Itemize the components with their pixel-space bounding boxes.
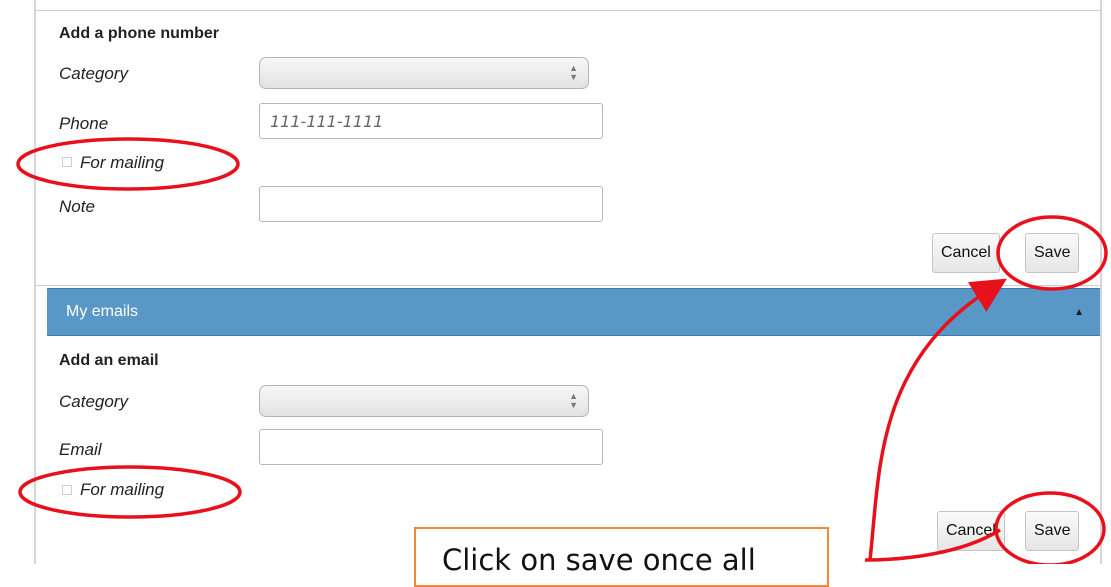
email-section-title: Add an email <box>59 352 159 369</box>
phone-cancel-button[interactable]: Cancel <box>932 233 1000 273</box>
note-label: Note <box>59 197 95 216</box>
my-emails-header[interactable]: My emails ▲ <box>47 288 1100 336</box>
phone-label: Phone <box>59 114 109 133</box>
email-input[interactable] <box>259 429 603 465</box>
instruction-callout: Click on save once all <box>414 527 829 587</box>
email-save-button[interactable]: Save <box>1025 511 1080 551</box>
email-category-select[interactable]: ▲ ▼ <box>259 385 589 417</box>
section-divider <box>36 285 1100 286</box>
select-arrows-icon: ▲ ▼ <box>569 391 578 410</box>
note-input[interactable] <box>259 186 603 222</box>
email-mailing-label: For mailing <box>80 480 165 499</box>
callout-text: Click on save once all <box>442 543 756 577</box>
phone-mailing-label: For mailing <box>80 153 165 172</box>
phone-input[interactable] <box>259 103 603 139</box>
email-label: Email <box>59 440 102 459</box>
email-cancel-button[interactable]: Cancel <box>937 511 1005 551</box>
phone-save-button[interactable]: Save <box>1025 233 1080 273</box>
top-divider <box>34 10 1102 11</box>
phone-category-label: Category <box>59 64 128 83</box>
my-emails-title: My emails <box>66 303 139 320</box>
select-arrows-icon: ▲ ▼ <box>569 63 578 82</box>
phone-category-select[interactable]: ▲ ▼ <box>259 57 589 89</box>
triangle-up-icon[interactable]: ▲ <box>1074 307 1084 318</box>
phone-mailing-checkbox[interactable] <box>62 157 72 167</box>
phone-section-title: Add a phone number <box>59 25 219 42</box>
email-category-label: Category <box>59 392 128 411</box>
email-mailing-checkbox[interactable] <box>62 485 72 495</box>
